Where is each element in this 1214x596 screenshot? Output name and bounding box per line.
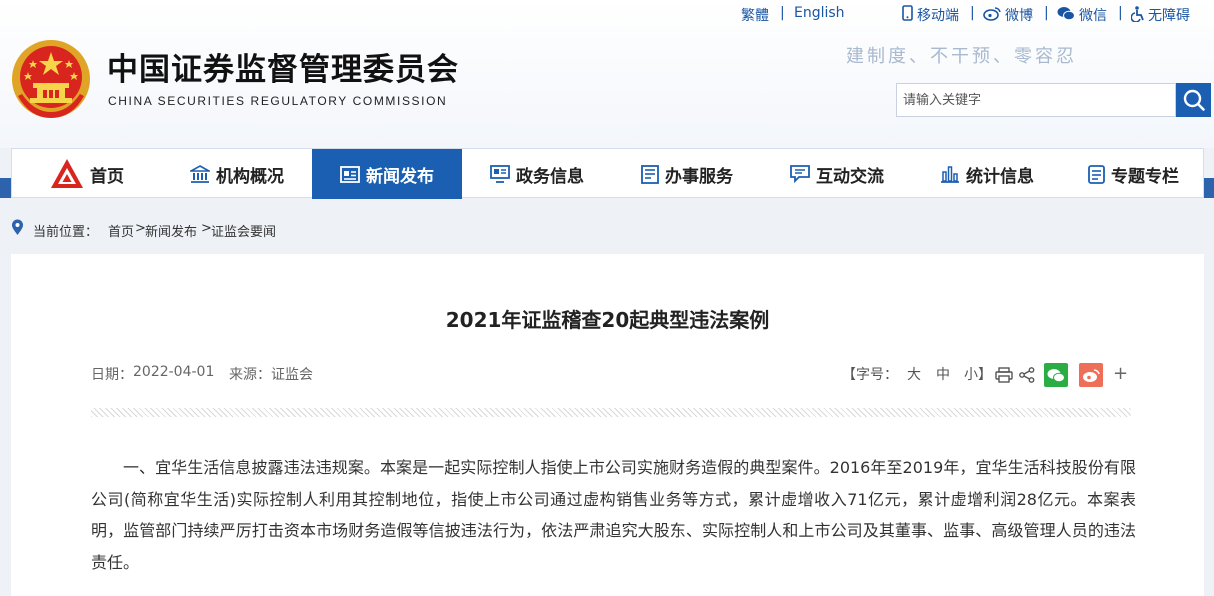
wechat-icon <box>1047 368 1065 382</box>
wechat-link[interactable]: 微信 <box>1079 5 1107 25</box>
divider: | <box>970 5 975 21</box>
print-icon[interactable] <box>995 367 1013 387</box>
divider: | <box>1118 5 1123 21</box>
font-size-large[interactable]: 大 <box>907 364 921 384</box>
nav-item-government-info[interactable]: 政务信息 <box>462 149 612 199</box>
weibo-icon <box>1083 368 1100 382</box>
nav-item-services[interactable]: 办事服务 <box>612 149 762 199</box>
font-size-label: 【字号： <box>842 367 898 383</box>
article-paragraph: 一、宜华生活信息披露违法违规案。本案是一起实际控制人指使上市公司实施财务造假的典… <box>91 458 1136 572</box>
search-button[interactable] <box>1176 83 1211 117</box>
font-size-medium[interactable]: 中 <box>936 364 950 384</box>
wechat-icon <box>1057 6 1075 25</box>
main-nav: 首页 机构概况 新闻发布 政务信息 办事服务 互动交流 统计信息 专题专栏 <box>11 148 1205 199</box>
date-label: 日期： <box>91 367 133 383</box>
slogan: 建制度、不干预、零容忍 <box>846 46 1077 67</box>
weibo-icon <box>983 6 1001 25</box>
traditional-chinese-link[interactable]: 繁體 <box>741 5 769 25</box>
form-icon <box>641 164 659 184</box>
article-card: 2021年证监稽查20起典型违法案例 日期： 2022-04-01 来源： 证监… <box>11 254 1204 596</box>
breadcrumb-section[interactable]: 新闻发布 <box>145 221 197 240</box>
font-size-small[interactable]: 小 <box>964 364 978 384</box>
monitor-icon <box>490 165 510 183</box>
nav-item-about[interactable]: 机构概况 <box>162 149 312 199</box>
nav-label: 办事服务 <box>665 166 733 187</box>
more-share-button[interactable]: + <box>1113 363 1128 384</box>
nav-label: 政务信息 <box>516 166 584 187</box>
font-size-close: 】 <box>978 367 992 383</box>
breadcrumb-current[interactable]: 证监会要闻 <box>211 221 276 240</box>
weibo-share-button[interactable] <box>1079 363 1103 387</box>
nav-label: 互动交流 <box>816 166 884 187</box>
chart-icon <box>940 165 960 183</box>
national-emblem-icon <box>12 40 90 118</box>
breadcrumb-prefix: 当前位置： <box>33 225 99 240</box>
nav-item-home[interactable]: 首页 <box>12 149 162 199</box>
chat-icon <box>790 165 810 183</box>
source-label: 来源： <box>229 367 271 383</box>
mobile-icon <box>902 5 913 25</box>
nav-item-statistics[interactable]: 统计信息 <box>912 149 1062 199</box>
article-source: 证监会 <box>271 367 313 383</box>
accessibility-link[interactable]: 无障碍 <box>1148 5 1190 25</box>
divider: | <box>1044 5 1049 21</box>
nav-label: 新闻发布 <box>366 166 434 187</box>
nav-item-interaction[interactable]: 互动交流 <box>762 149 912 199</box>
building-icon <box>190 165 210 183</box>
nav-label: 机构概况 <box>216 166 284 187</box>
nav-item-topics[interactable]: 专题专栏 <box>1062 149 1205 199</box>
location-pin-icon <box>11 219 24 240</box>
accessibility-icon <box>1130 6 1145 26</box>
search-input[interactable] <box>896 83 1176 117</box>
divider <box>91 408 1131 417</box>
site-title[interactable]: 中国证券监督管理委员会 <box>107 44 459 89</box>
divider: | <box>780 5 785 21</box>
nav-label: 专题专栏 <box>1111 166 1179 187</box>
wechat-share-button[interactable] <box>1044 363 1068 387</box>
search-icon <box>1183 89 1205 111</box>
share-icon[interactable] <box>1019 367 1035 387</box>
document-icon <box>1088 164 1105 184</box>
breadcrumb-home[interactable]: 首页 <box>108 221 134 240</box>
nav-label: 统计信息 <box>966 166 1034 187</box>
weibo-link[interactable]: 微博 <box>1005 5 1033 25</box>
nav-label: 首页 <box>90 166 124 187</box>
article-date: 2022-04-01 <box>133 364 215 380</box>
breadcrumb: 当前位置： 首页 > 新闻发布 > 证监会要闻 <box>0 215 1214 241</box>
article-title: 2021年证监稽查20起典型违法案例 <box>445 308 770 332</box>
csrc-logo-icon <box>50 158 84 190</box>
header: 中国证券监督管理委员会 CHINA SECURITIES REGULATORY … <box>0 0 1214 148</box>
news-icon <box>340 165 360 183</box>
nav-item-news[interactable]: 新闻发布 <box>312 149 462 199</box>
top-links: 繁體 | English 移动端 | 微博 | 微信 | 无障碍 <box>0 5 1214 25</box>
english-link[interactable]: English <box>794 5 845 21</box>
site-subtitle: CHINA SECURITIES REGULATORY COMMISSION <box>108 94 448 108</box>
mobile-link[interactable]: 移动端 <box>917 5 959 25</box>
